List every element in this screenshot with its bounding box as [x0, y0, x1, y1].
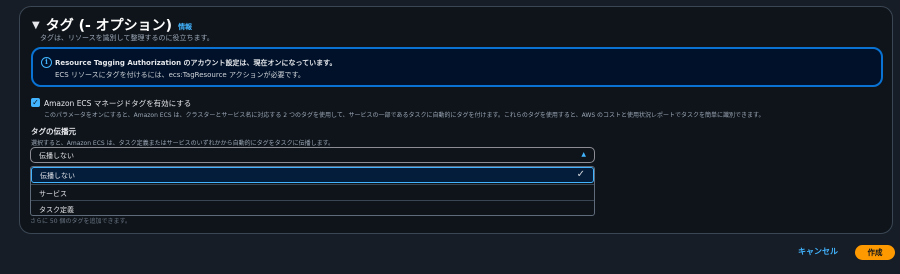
section-title: タグ (- オプション)	[45, 18, 173, 34]
managed-tags-description: このパラメータをオンにすると、Amazon ECS は、クラスターとサービス名に…	[44, 112, 765, 119]
option-label: 伝播しない	[40, 172, 75, 180]
option-label: サービス	[39, 190, 67, 198]
propagate-dropdown-list: 伝播しない ✓ サービス タスク定義	[30, 166, 595, 216]
caret-up-icon: ▲	[581, 151, 586, 158]
option-do-not-propagate[interactable]: 伝播しない ✓	[31, 167, 594, 183]
info-alert: i Resource Tagging Authorization のアカウント設…	[31, 47, 883, 87]
alert-body: ECS リソースにタグを付けるには、ecs:TagResource アクションが…	[55, 71, 305, 79]
info-icon: i	[41, 57, 52, 68]
alert-title: Resource Tagging Authorization のアカウント設定は…	[55, 59, 337, 67]
option-label: タスク定義	[39, 206, 74, 214]
managed-tags-label[interactable]: Amazon ECS マネージドタグを有効にする	[44, 98, 191, 109]
caret-down-icon[interactable]: ▼	[32, 20, 40, 31]
create-button[interactable]: 作成	[855, 245, 895, 260]
propagate-label: タグの伝播元	[31, 127, 76, 136]
info-link[interactable]: 情報	[178, 22, 192, 32]
cancel-button[interactable]: キャンセル	[798, 246, 838, 257]
section-header[interactable]: ▼ タグ (- オプション) 情報	[32, 15, 192, 35]
managed-tags-checkbox[interactable]: ✓	[31, 98, 40, 107]
propagate-description: 選択すると、Amazon ECS は、タスク定義またはサービスのいずれかから自動…	[31, 140, 335, 147]
option-task-definition[interactable]: タスク定義	[31, 200, 594, 216]
select-value: 伝播しない	[39, 152, 74, 160]
option-service[interactable]: サービス	[31, 184, 594, 200]
checkmark-icon: ✓	[576, 169, 585, 180]
propagate-select[interactable]: 伝播しない ▲	[30, 147, 595, 163]
tags-section-panel: ▼ タグ (- オプション) 情報 タグは、リソースを識別して整理するのに役立ち…	[19, 6, 893, 234]
section-description: タグは、リソースを識別して整理するのに役立ちます。	[40, 34, 214, 42]
tag-limit-hint: さらに 50 個のタグを追加できます。	[30, 218, 131, 225]
